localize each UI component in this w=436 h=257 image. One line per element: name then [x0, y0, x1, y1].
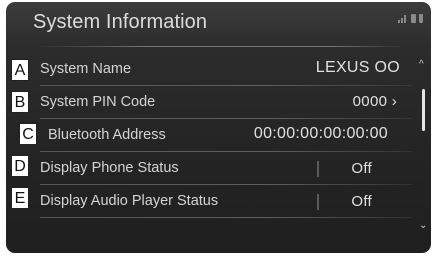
callout-badge-d: D: [11, 155, 29, 177]
callout-badge-b: B: [11, 91, 29, 113]
row-bluetooth-address: Bluetooth Address 00:00:00:00:00:00: [6, 119, 416, 152]
battery-icon: [419, 14, 423, 23]
callout-badge-e: E: [11, 187, 29, 209]
toggle-value: Off: [351, 193, 372, 210]
row-value: LEXUS OO: [315, 59, 400, 76]
row-system-pin-code[interactable]: System PIN Code 0000 ›: [6, 86, 416, 119]
row-value: 00:00:00:00:00:00: [253, 125, 388, 142]
system-information-screen: System Information System Name LEXUS OO …: [6, 2, 431, 253]
callout-badge-c: C: [19, 123, 37, 145]
row-label: Display Phone Status: [40, 160, 179, 176]
row-display-audio-player-status[interactable]: Display Audio Player Status Off: [6, 185, 416, 218]
status-icons: [398, 14, 423, 23]
row-label: System PIN Code: [40, 94, 156, 110]
bluetooth-icon: [411, 14, 416, 23]
toggle-value: Off: [351, 160, 372, 177]
scrollbar-thumb[interactable]: [422, 89, 425, 131]
toggle-separator: [317, 161, 319, 177]
info-list: System Name LEXUS OO System PIN Code 000…: [6, 53, 416, 218]
row-label: Display Audio Player Status: [40, 193, 219, 209]
toggle-separator: [317, 194, 319, 210]
row-divider: [40, 217, 412, 218]
row-display-phone-status[interactable]: Display Phone Status Off: [6, 152, 416, 185]
signal-icon: [398, 15, 408, 23]
row-value: 0000 ›: [352, 93, 397, 110]
row-label: Bluetooth Address: [48, 127, 166, 143]
page-title: System Information: [33, 11, 208, 33]
row-label: System Name: [40, 61, 132, 77]
scroll-up-icon[interactable]: ^: [419, 59, 429, 70]
scroll-down-icon[interactable]: ⌄: [419, 220, 429, 231]
row-system-name[interactable]: System Name LEXUS OO: [6, 53, 416, 86]
header-divider: [36, 46, 406, 47]
callout-badge-a: A: [11, 59, 29, 81]
